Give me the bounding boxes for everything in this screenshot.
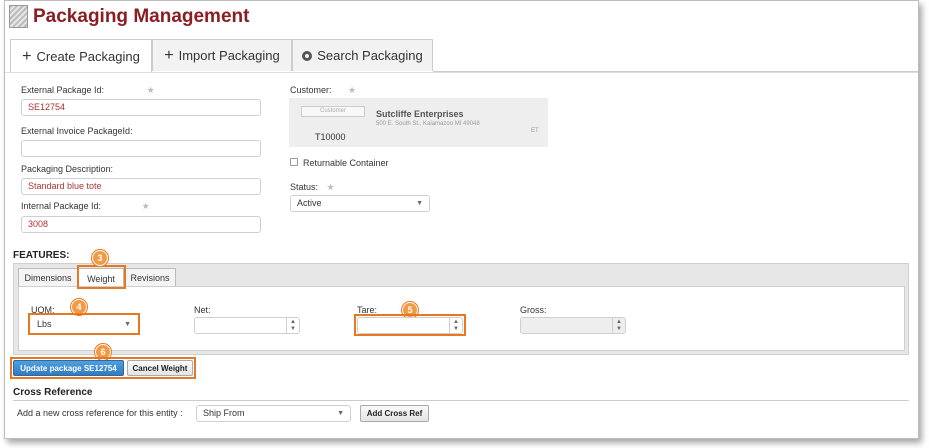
required-star-icon: ★ (141, 201, 150, 211)
tab-search-packaging[interactable]: Search Packaging (292, 39, 433, 71)
app-logo (9, 5, 28, 28)
chevron-down-icon: ▼ (416, 200, 423, 207)
update-package-button[interactable]: Update package SE12754 (13, 360, 124, 376)
required-star-icon: ★ (146, 85, 155, 95)
external-invoice-package-id-label: External Invoice PackageId: (21, 126, 133, 136)
cancel-weight-button[interactable]: Cancel Weight (127, 360, 193, 376)
external-package-id-label: External Package Id: ★ (21, 85, 155, 95)
required-star-icon: ★ (348, 85, 357, 95)
features-heading: FEATURES: (13, 250, 70, 261)
divider (13, 400, 909, 401)
packaging-description-input[interactable]: Standard blue tote (21, 178, 261, 195)
required-star-icon: ★ (326, 182, 335, 192)
customer-label: Customer: ★ (290, 85, 357, 95)
add-cross-ref-button[interactable]: Add Cross Ref (360, 405, 429, 422)
tare-stepper[interactable]: ▲ ▼ (357, 317, 463, 334)
customer-timezone: ET (531, 128, 539, 134)
returnable-container-label: Returnable Container (303, 158, 389, 168)
tab-create-packaging[interactable]: + Create Packaging (10, 39, 152, 73)
page-title: Packaging Management (33, 6, 250, 27)
gross-stepper: ▲ ▼ (520, 317, 626, 334)
callout-3: 3 (92, 250, 108, 266)
net-label: Net: (194, 305, 211, 315)
status-select[interactable]: Active ▼ (290, 195, 430, 212)
status-label: Status: ★ (290, 182, 335, 192)
plus-icon: + (22, 47, 32, 65)
weight-tab-highlight (77, 265, 126, 289)
internal-package-id-label: Internal Package Id: ★ (21, 201, 150, 211)
internal-package-id-input[interactable]: 3008 (21, 216, 261, 233)
cross-reference-select[interactable]: Ship From ▼ (196, 405, 351, 422)
plus-icon: + (164, 46, 174, 64)
customer-badge: Customer (301, 106, 365, 117)
search-circle-icon (302, 50, 313, 61)
spinner-arrows-icon: ▲ ▼ (612, 318, 625, 333)
gross-label: Gross: (520, 305, 547, 315)
uom-select[interactable]: Lbs ▼ (31, 316, 137, 333)
app-window: Packaging Management + Create Packaging … (4, 0, 919, 439)
customer-address: 500 E. South St., Kalamazoo MI 49048 (376, 121, 480, 127)
net-stepper[interactable]: ▲ ▼ (194, 317, 300, 334)
returnable-container-checkbox[interactable] (290, 158, 298, 166)
spinner-arrows-icon[interactable]: ▲ ▼ (449, 318, 462, 333)
tab-dimensions[interactable]: Dimensions (18, 268, 78, 287)
tab-revisions[interactable]: Revisions (124, 268, 176, 287)
customer-code: T10000 (315, 132, 346, 142)
external-package-id-input[interactable]: SE12754 (21, 99, 261, 116)
tab-import-packaging[interactable]: + Import Packaging (152, 39, 292, 71)
spinner-arrows-icon[interactable]: ▲ ▼ (286, 318, 299, 333)
cross-reference-prompt: Add a new cross reference for this entit… (17, 408, 183, 418)
external-invoice-package-id-input[interactable] (21, 140, 261, 157)
chevron-down-icon: ▼ (124, 321, 131, 328)
customer-name: Sutcliffe Enterprises (376, 109, 464, 119)
cross-reference-heading: Cross Reference (13, 387, 93, 398)
chevron-down-icon: ▼ (337, 410, 344, 417)
packaging-description-label: Packaging Description: (21, 164, 114, 174)
